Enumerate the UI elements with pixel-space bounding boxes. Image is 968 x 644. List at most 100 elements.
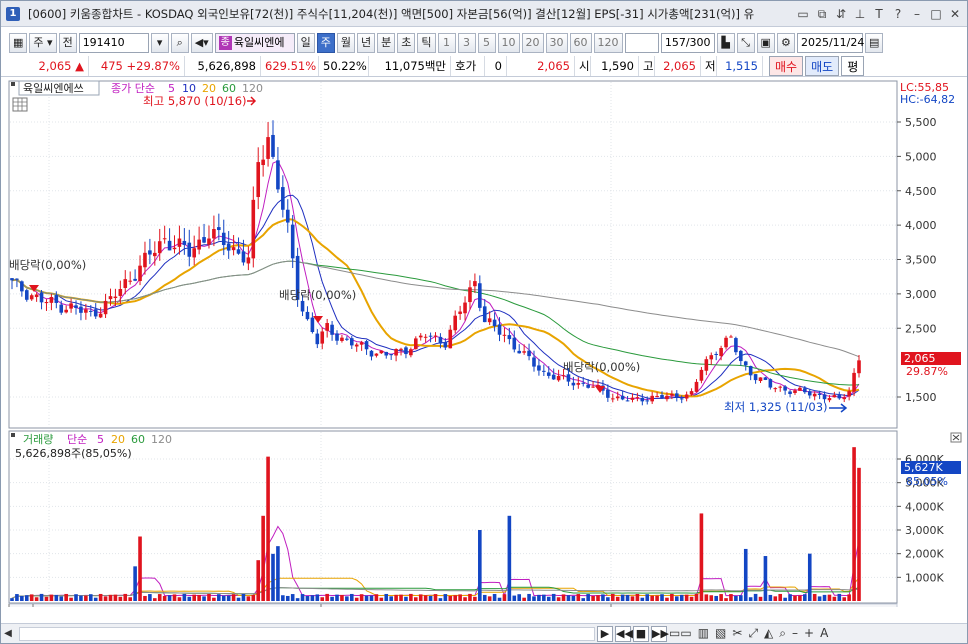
- pattern-icon[interactable]: ▧: [715, 626, 726, 641]
- quote-bar: 2,065 ▲ 475 +29.87% 5,626,898 629.51% 50…: [1, 55, 967, 77]
- chart-scrollbar[interactable]: ◀ ▶ ◀◀ ■ ▶▶ ▭▭ ▥ ▧ ✂ ⤢ ◭ ⌕ – + A: [1, 623, 967, 643]
- volume-bar: [443, 594, 448, 601]
- trend-icon[interactable]: ⤢: [748, 626, 758, 641]
- candle-body: [694, 381, 699, 392]
- zoom-in-icon[interactable]: +: [804, 626, 814, 641]
- help-icon[interactable]: ?: [890, 6, 906, 22]
- interval-120-button[interactable]: 120: [593, 33, 623, 53]
- link-icon[interactable]: ⇵: [833, 6, 849, 22]
- prev-button[interactable]: 전: [58, 33, 77, 53]
- volume-bar: [128, 597, 132, 601]
- crosshair-icon[interactable]: ✂: [732, 626, 742, 641]
- period-day-button[interactable]: 일: [296, 33, 315, 53]
- data-count-field[interactable]: 157/300: [660, 33, 715, 53]
- volume-bar: [807, 553, 812, 601]
- restore-icon[interactable]: ▭: [795, 6, 811, 22]
- candle-body: [497, 324, 502, 335]
- interval-3-button[interactable]: 3: [457, 33, 476, 53]
- volume-bar: [753, 593, 758, 601]
- interval-input[interactable]: [624, 33, 659, 53]
- volume-bar: [803, 594, 807, 601]
- candle-body: [719, 347, 723, 357]
- volume-bar: [837, 593, 842, 601]
- candle-body: [389, 354, 393, 356]
- rewind-icon[interactable]: ◀◀: [615, 626, 633, 642]
- scroll-track[interactable]: [19, 627, 595, 641]
- average-button[interactable]: 평: [841, 55, 865, 76]
- dividend-note-2: 배당락(0,00%): [279, 288, 356, 302]
- copy-window-icon[interactable]: ⧉: [814, 6, 830, 22]
- zoom-tools: ▭▭ ▥ ▧ ✂ ⤢ ◭ ⌕ – + A: [669, 626, 828, 641]
- volume-bar: [162, 595, 167, 601]
- settings-gear-icon[interactable]: ⚙: [776, 33, 795, 53]
- price-tick-label: 5,000: [905, 150, 937, 163]
- period-month-button[interactable]: 월: [336, 33, 356, 53]
- candle-body: [468, 287, 472, 303]
- chart-area[interactable]: 육일씨엔에쓰 종가 단순 5 10 20 60 120 최고 5,870 (10…: [1, 79, 967, 622]
- candle-body: [674, 393, 679, 398]
- bars-icon[interactable]: ▥: [698, 626, 709, 641]
- stop-icon[interactable]: ■: [633, 626, 649, 642]
- code-dropdown-icon[interactable]: ▾: [150, 33, 169, 53]
- scroll-left-icon[interactable]: ◀: [1, 628, 15, 639]
- interval-1-button[interactable]: 1: [437, 33, 456, 53]
- interval-20-button[interactable]: 20: [521, 33, 544, 53]
- period-minute-button[interactable]: 분: [377, 33, 396, 53]
- candle-body: [729, 336, 733, 338]
- fill-icon[interactable]: ◭: [764, 626, 773, 641]
- candle-body: [704, 359, 709, 371]
- text-size-icon[interactable]: A: [820, 626, 828, 641]
- interval-5-button[interactable]: 5: [477, 33, 496, 53]
- zoom-search-icon[interactable]: ⌕: [779, 626, 786, 641]
- calendar-icon[interactable]: ▤: [864, 33, 884, 53]
- draw-tool-icon[interactable]: ⤡: [736, 33, 755, 53]
- period-week-button[interactable]: 주: [316, 33, 335, 53]
- window-title: [0600] 키움종합차트 - KOSDAQ 외국인보유[72(천)] 주식수[…: [28, 6, 755, 21]
- candle-body: [428, 335, 433, 337]
- period-tick-button[interactable]: 틱: [417, 33, 436, 53]
- minimize-icon[interactable]: –: [909, 6, 925, 22]
- forward-icon[interactable]: ▶▶: [651, 626, 669, 642]
- volume-bar: [221, 595, 226, 601]
- candle-body: [709, 355, 714, 360]
- candle-body: [822, 394, 827, 400]
- candlestick-chart[interactable]: 육일씨엔에쓰 종가 단순 5 10 20 60 120 최고 5,870 (10…: [1, 79, 967, 622]
- interval-60-button[interactable]: 60: [569, 33, 592, 53]
- volume-bar: [827, 594, 832, 601]
- date-input[interactable]: 2025/11/24: [796, 33, 864, 53]
- zoom-out-icon[interactable]: –: [792, 626, 798, 641]
- sound-icon[interactable]: ◀▾: [190, 33, 213, 53]
- interval-30-button[interactable]: 30: [545, 33, 568, 53]
- save-icon[interactable]: ▣: [756, 33, 775, 53]
- current-volume-pct: 85,05%: [906, 475, 948, 488]
- candle-body: [271, 134, 275, 157]
- period-year-button[interactable]: 년: [357, 33, 376, 53]
- volume-bar: [153, 598, 157, 601]
- volume-bar: [271, 553, 275, 601]
- grid-menu-icon[interactable]: ▦: [9, 33, 28, 53]
- pin-icon[interactable]: ⊥: [852, 6, 868, 22]
- candle-body: [15, 278, 19, 280]
- search-icon[interactable]: ⌕: [170, 33, 189, 53]
- indicator-icon[interactable]: ▙: [716, 33, 735, 53]
- table-view-icon[interactable]: [12, 97, 28, 112]
- candle-body: [507, 335, 512, 340]
- period-second-button[interactable]: 초: [397, 33, 416, 53]
- volume-legend-type: 단순: [67, 433, 87, 446]
- play-icon[interactable]: ▶: [597, 626, 613, 642]
- sell-button[interactable]: 매도: [805, 55, 840, 76]
- candle-body: [517, 350, 522, 354]
- ruler-icon[interactable]: ▭▭: [669, 626, 692, 641]
- interval-10-button[interactable]: 10: [497, 33, 520, 53]
- stock-code-input[interactable]: 191410: [78, 33, 149, 53]
- stock-name-field[interactable]: 종 육일씨엔에: [214, 33, 295, 53]
- candle-body: [44, 301, 49, 304]
- maximize-icon[interactable]: □: [928, 6, 944, 22]
- buy-button[interactable]: 매수: [769, 55, 804, 76]
- period-type-select[interactable]: 주 ▾: [29, 33, 57, 53]
- close-icon[interactable]: ✕: [947, 6, 963, 22]
- volume-bar: [581, 598, 586, 601]
- volume-bar: [487, 596, 492, 601]
- volume-bar: [133, 566, 137, 601]
- text-icon[interactable]: T: [871, 6, 887, 22]
